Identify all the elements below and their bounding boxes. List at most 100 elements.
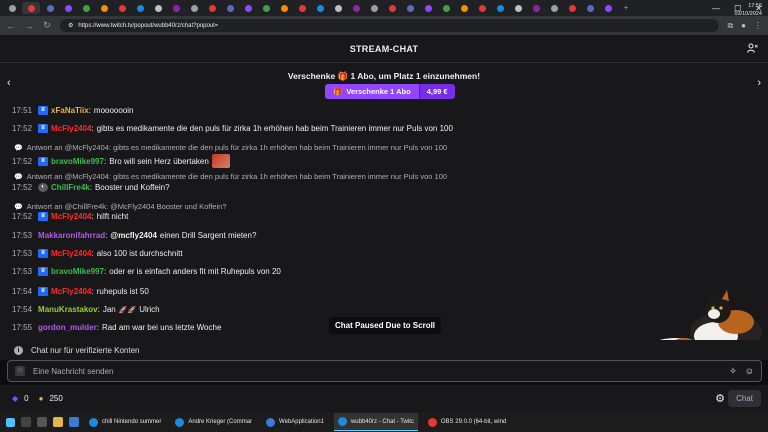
emote-picker-icon[interactable]: ☺ bbox=[745, 366, 754, 376]
channel-points[interactable]: ◆ 0 ● 250 bbox=[12, 394, 63, 403]
browser-tab[interactable] bbox=[42, 2, 58, 14]
mention[interactable]: @mcfly2404 bbox=[110, 231, 157, 240]
system-tray[interactable]: 17:56 03/10/2024 bbox=[734, 2, 762, 18]
browser-tab[interactable] bbox=[258, 2, 274, 14]
forward-icon[interactable]: → bbox=[24, 21, 34, 31]
browser-tab[interactable] bbox=[114, 2, 130, 14]
chat-message[interactable]: 17:55 gordon_mulder: Rad am war bei uns le… bbox=[12, 323, 221, 332]
browser-tab[interactable] bbox=[546, 2, 562, 14]
browser-tab[interactable] bbox=[492, 2, 508, 14]
url-field[interactable]: ⚙ https://www.twitch.tv/popout/wubb40rz/… bbox=[60, 19, 720, 32]
browser-tab[interactable] bbox=[150, 2, 166, 14]
browser-tab[interactable] bbox=[474, 2, 490, 14]
subscriber-badge-icon[interactable]: ♛ bbox=[38, 106, 49, 115]
browser-tab[interactable] bbox=[240, 2, 256, 14]
browser-tab[interactable] bbox=[600, 2, 616, 14]
badge-picker-icon[interactable]: ☆ bbox=[15, 366, 25, 376]
username[interactable]: ChillFre4k bbox=[51, 183, 90, 192]
chat-message[interactable]: 17:52 ♛ bravoMike997: Bro will sein Herz üb… bbox=[12, 154, 230, 168]
gear-icon[interactable]: ⚙ bbox=[715, 392, 725, 405]
username[interactable]: ManuKrastakov bbox=[38, 305, 98, 314]
browser-tab[interactable] bbox=[96, 2, 112, 14]
reload-icon[interactable]: ↻ bbox=[42, 20, 52, 31]
browser-tab[interactable] bbox=[276, 2, 292, 14]
start-icon[interactable] bbox=[6, 417, 15, 427]
store-icon[interactable] bbox=[69, 417, 79, 427]
new-tab-icon[interactable]: + bbox=[618, 2, 634, 14]
browser-tab[interactable] bbox=[456, 2, 472, 14]
browser-tab[interactable] bbox=[60, 2, 76, 14]
chat-message[interactable]: 17:52 ♛ McFly2404: hilft nicht bbox=[12, 212, 128, 221]
browser-tab[interactable] bbox=[510, 2, 526, 14]
extension-icon[interactable]: ⧉ bbox=[727, 21, 733, 31]
file-explorer-icon[interactable] bbox=[53, 417, 63, 427]
username[interactable]: gordon_mulder bbox=[38, 323, 97, 332]
chat-message-input[interactable] bbox=[33, 366, 722, 376]
chat-paused-notice[interactable]: Chat Paused Due to Scroll bbox=[329, 317, 442, 334]
username[interactable]: McFly2404 bbox=[51, 124, 91, 133]
chevron-right-icon[interactable]: › bbox=[757, 77, 761, 89]
subscriber-badge-icon[interactable]: ◐ bbox=[38, 183, 49, 192]
browser-tab[interactable] bbox=[582, 2, 598, 14]
back-icon[interactable]: ← bbox=[6, 21, 16, 31]
gift-sub-button[interactable]: 🎁 Verschenke 1 Abo bbox=[325, 84, 419, 99]
chat-input-box[interactable]: ☆ ✧ ☺ bbox=[7, 360, 762, 382]
chat-message[interactable]: 17:53 Makkaronifahrrad: @mcfly2404 einen Dr… bbox=[12, 231, 256, 240]
task-view-icon[interactable] bbox=[37, 417, 47, 427]
browser-tab[interactable] bbox=[402, 2, 418, 14]
taskbar-app[interactable]: WebApplication1 bbox=[262, 413, 328, 431]
chat-message[interactable]: 17:54 ManuKrastakov: Jan 🚀🚀 Ulrich bbox=[12, 305, 160, 314]
username[interactable]: McFly2404 bbox=[51, 287, 91, 296]
subscriber-badge-icon[interactable]: ♛ bbox=[38, 267, 49, 276]
reply-context[interactable]: 💬 Antwort an @ChillFre4k: @McFly2404 Boos… bbox=[14, 202, 226, 211]
browser-tab[interactable] bbox=[204, 2, 220, 14]
browser-tab[interactable] bbox=[132, 2, 148, 14]
search-icon[interactable] bbox=[21, 417, 31, 427]
chat-message-list[interactable]: 17:51 ♛ xFaNaTiix: mooooooin 17:52 ♛ McFly2404… bbox=[0, 104, 768, 340]
community-icon[interactable] bbox=[747, 43, 758, 56]
subscriber-badge-icon[interactable]: ♛ bbox=[38, 124, 49, 133]
browser-tab[interactable] bbox=[78, 2, 94, 14]
taskbar-app[interactable]: Andre Krieger (Commar bbox=[171, 413, 256, 431]
reply-context[interactable]: 💬 Antwort an @McFly2404: gibts es medikam… bbox=[14, 172, 447, 181]
chat-message[interactable]: 17:52 ♛ McFly2404: gibts es medikamente die… bbox=[12, 124, 453, 133]
browser-tab[interactable] bbox=[222, 2, 238, 14]
browser-tab[interactable] bbox=[438, 2, 454, 14]
chat-message[interactable]: 17:52 ◐ ChillFre4k: Booster und Koffein? bbox=[12, 183, 170, 192]
browser-tab[interactable] bbox=[4, 2, 20, 14]
taskbar-app[interactable]: OBS 29.0.0 (64-bit, wind bbox=[424, 413, 510, 431]
menu-icon[interactable]: ⋮ bbox=[754, 21, 762, 30]
chat-send-button[interactable]: Chat bbox=[728, 390, 761, 407]
browser-tab[interactable] bbox=[294, 2, 310, 14]
username[interactable]: xFaNaTiix bbox=[51, 106, 89, 115]
site-info-icon[interactable]: ⚙ bbox=[68, 22, 73, 29]
subscriber-badge-icon[interactable]: ♛ bbox=[38, 212, 49, 221]
browser-tab[interactable] bbox=[348, 2, 364, 14]
chat-message[interactable]: 17:53 ♛ bravoMike997: oder er is einfach an… bbox=[12, 267, 281, 276]
browser-tab[interactable] bbox=[168, 2, 184, 14]
emote-image[interactable] bbox=[211, 154, 230, 168]
minimize-icon[interactable]: — bbox=[712, 4, 720, 13]
subscriber-badge-icon[interactable]: ♛ bbox=[38, 249, 49, 258]
chat-message[interactable]: 17:54 ♛ McFly2404: ruhepuls ist 50 bbox=[12, 287, 149, 296]
emote-icon[interactable]: 🚀🚀 bbox=[119, 306, 136, 314]
subscriber-badge-icon[interactable]: ♛ bbox=[38, 156, 49, 166]
username[interactable]: bravoMike997 bbox=[51, 267, 104, 276]
profile-icon[interactable]: ● bbox=[741, 21, 746, 30]
chat-message[interactable]: 17:51 ♛ xFaNaTiix: mooooooin bbox=[12, 106, 134, 115]
browser-tab[interactable] bbox=[420, 2, 436, 14]
browser-tab[interactable] bbox=[330, 2, 346, 14]
browser-tab[interactable] bbox=[384, 2, 400, 14]
taskbar-app[interactable]: chill Nintendo summer bbox=[85, 413, 165, 431]
subscriber-badge-icon[interactable]: ♛ bbox=[38, 287, 49, 296]
browser-tab[interactable] bbox=[312, 2, 328, 14]
browser-tab[interactable] bbox=[366, 2, 382, 14]
browser-tab[interactable] bbox=[528, 2, 544, 14]
animated-emote-icon[interactable]: ✧ bbox=[729, 366, 737, 377]
taskbar-app[interactable]: wubb40rz - Chat - Twitc bbox=[333, 413, 418, 431]
reply-context[interactable]: 💬 Antwort an @McFly2404: gibts es medikam… bbox=[14, 143, 447, 152]
browser-tab[interactable] bbox=[564, 2, 580, 14]
chat-message[interactable]: 17:53 ♛ McFly2404: also 100 ist durchschnit… bbox=[12, 249, 183, 258]
gift-price[interactable]: 4,99 € bbox=[418, 84, 455, 99]
browser-tab-active[interactable] bbox=[22, 2, 40, 14]
